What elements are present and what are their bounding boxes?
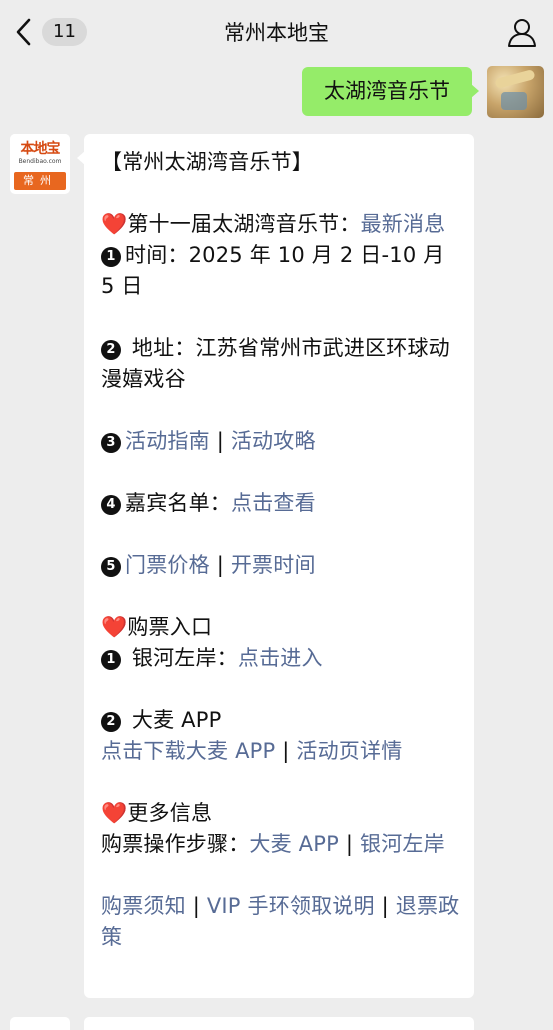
logo-city: 常州	[14, 172, 66, 190]
logo-main-text: 本地宝	[20, 141, 61, 157]
message-line: 4 嘉宾名单：点击查看	[101, 488, 460, 519]
purchase-notice-link[interactable]: 购票须知	[101, 894, 186, 918]
separator: |	[209, 553, 231, 577]
next-message-edge	[0, 1014, 553, 1030]
vip-wristband-link[interactable]: VIP 手环领取说明	[207, 894, 375, 918]
view-guests-link[interactable]: 点击查看	[231, 491, 316, 515]
message-line: 5 门票价格 | 开票时间	[101, 550, 460, 581]
damai-steps-link[interactable]: 大麦 APP	[249, 832, 339, 856]
message-line: 2 大麦 APP	[101, 705, 460, 736]
message-line: ❤️第十一届太湖湾音乐节：最新消息	[101, 209, 460, 240]
separator: |	[338, 832, 361, 856]
guest-list-label: 嘉宾名单：	[125, 491, 231, 515]
logo-sub-text: Bendibao.com	[18, 158, 62, 165]
message-line: 2 地址：江苏省常州市武进区环球动漫嬉戏谷	[101, 333, 460, 395]
avatar-image-detail	[501, 92, 527, 110]
number-badge-icon: 1	[101, 650, 121, 670]
number-badge-icon: 3	[101, 433, 121, 453]
enter-link[interactable]: 点击进入	[238, 646, 323, 670]
message-line: 购票操作步骤：大麦 APP | 银河左岸	[101, 829, 460, 860]
next-bubble-edge	[84, 1017, 474, 1030]
logo: 本地宝 Bendibao.com	[10, 134, 70, 172]
yinhe-label: 银河左岸：	[125, 646, 238, 670]
profile-icon[interactable]	[507, 17, 537, 47]
more-info-heading: 更多信息	[127, 801, 213, 825]
date-text: 时间：2025 年 10 月 2 日-10 月 5 日	[101, 243, 445, 298]
number-badge-icon: 1	[101, 247, 121, 267]
address-text: 地址：江苏省常州市武进区环球动漫嬉戏谷	[101, 336, 450, 391]
separator: |	[374, 894, 396, 918]
purchase-steps-label: 购票操作步骤：	[101, 832, 250, 856]
activity-guide-link[interactable]: 活动指南	[125, 429, 210, 453]
damai-label: 大麦 APP	[125, 708, 222, 732]
ticket-time-link[interactable]: 开票时间	[231, 553, 316, 577]
activity-strategy-link[interactable]: 活动攻略	[231, 429, 316, 453]
user-avatar[interactable]	[487, 66, 544, 118]
message-heading: 【常州太湖湾音乐节】	[101, 150, 313, 174]
avatar-image-detail	[494, 68, 536, 90]
message-line: 1 银河左岸：点击进入	[101, 643, 460, 674]
number-badge-icon: 2	[101, 340, 121, 360]
message-line: 1 时间：2025 年 10 月 2 日-10 月 5 日	[101, 240, 460, 302]
message-line: 3 活动指南 | 活动攻略	[101, 426, 460, 457]
back-button[interactable]: 11	[14, 16, 87, 48]
yinhe-steps-link[interactable]: 银河左岸	[360, 832, 445, 856]
ticket-price-link[interactable]: 门票价格	[125, 553, 210, 577]
separator: |	[209, 429, 231, 453]
number-badge-icon: 5	[101, 557, 121, 577]
message-line: ❤️更多信息	[101, 798, 460, 829]
latest-news-link[interactable]: 最新消息	[361, 212, 446, 236]
official-account-avatar[interactable]: 本地宝 Bendibao.com 常州	[10, 134, 70, 194]
message-line: ❤️购票入口	[101, 612, 460, 643]
download-damai-link[interactable]: 点击下载大麦 APP	[101, 739, 275, 763]
number-badge-icon: 2	[101, 712, 121, 732]
activity-page-link[interactable]: 活动页详情	[296, 739, 402, 763]
message-line: 点击下载大麦 APP | 活动页详情	[101, 736, 460, 767]
festival-label: 第十一届太湖湾音乐节：	[127, 212, 361, 236]
chevron-left-icon	[16, 18, 31, 46]
number-badge-icon: 4	[101, 495, 121, 515]
outgoing-message-bubble[interactable]: 太湖湾音乐节	[302, 67, 479, 116]
heart-icon: ❤️	[101, 615, 128, 639]
heart-icon: ❤️	[101, 801, 128, 825]
incoming-message-bubble: 【常州太湖湾音乐节】 ❤️第十一届太湖湾音乐节：最新消息 1 时间：2025 年 …	[77, 134, 474, 998]
ticket-entry-heading: 购票入口	[127, 615, 213, 639]
message-line: 购票须知 | VIP 手环领取说明 | 退票政策	[101, 891, 460, 953]
heart-icon: ❤️	[101, 212, 128, 236]
next-avatar-edge	[10, 1017, 70, 1030]
unread-count-badge: 11	[42, 18, 87, 46]
separator: |	[185, 894, 207, 918]
outgoing-message-text: 太湖湾音乐节	[324, 79, 450, 103]
top-bar: 11 常州本地宝	[0, 0, 553, 64]
separator: |	[275, 739, 297, 763]
